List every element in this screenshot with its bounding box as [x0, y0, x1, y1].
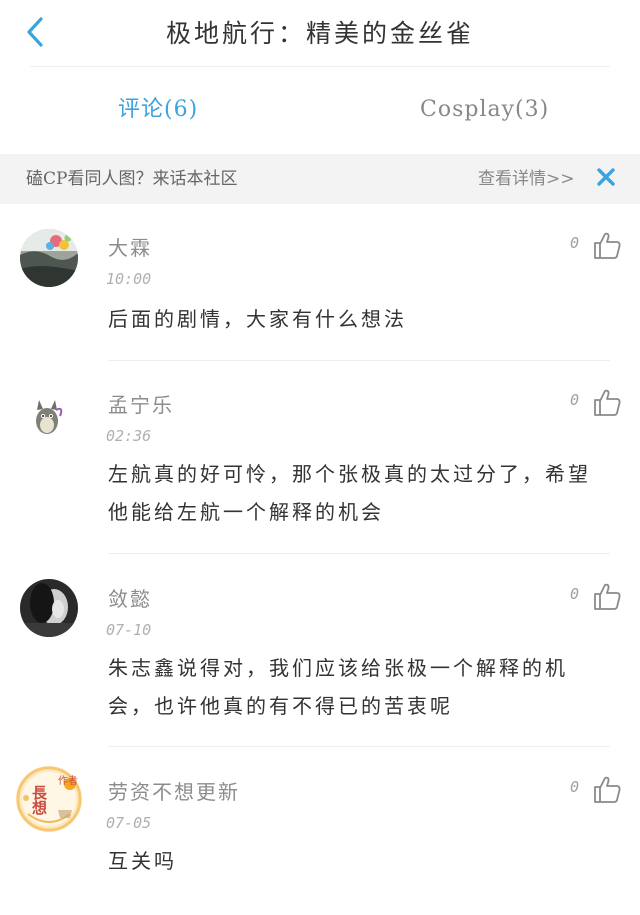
banner-text: 磕CP看同人图？来话本社区 — [26, 169, 238, 189]
avatar-badge: 作者 — [58, 776, 78, 787]
comment-text: 朱志鑫说得对，我们应该给张极一个解释的机会，也许他真的有不得已的苦衷呢 — [108, 656, 568, 718]
avatar — [20, 386, 78, 444]
like-count: 0 — [570, 585, 580, 603]
comment-divider — [108, 746, 610, 747]
comment-author[interactable]: 孟宁乐 — [108, 389, 174, 418]
like-count: 0 — [570, 391, 580, 409]
comment-time: 10:00 — [106, 270, 152, 288]
back-button[interactable] — [18, 12, 52, 52]
like-button[interactable] — [592, 774, 622, 804]
thumbs-up-icon — [594, 389, 621, 416]
promo-banner: 磕CP看同人图？来话本社区 查看详情>> — [0, 154, 640, 204]
comment-item: 大霖 10:00 后面的剧情，大家有什么想法 0 — [0, 226, 640, 360]
tab-cosplay[interactable]: Cosplay(3) — [420, 86, 549, 134]
like-button[interactable] — [592, 230, 622, 260]
avatar — [20, 579, 78, 637]
thumbs-up-icon — [594, 232, 621, 259]
comment-item: 孟宁乐 02:36 左航真的好可怜，那个张极真的太过分了，希望他能给左航一个解释… — [0, 383, 640, 553]
avatar-badge-main: 長想 — [32, 784, 48, 817]
avatar: 作者 長想 — [14, 764, 84, 834]
close-icon — [597, 168, 615, 186]
like-count: 0 — [570, 234, 580, 252]
tab-bar: 评论(6) Cosplay(3) — [0, 86, 640, 134]
comment-divider — [108, 553, 610, 554]
banner-details-link[interactable]: 查看详情>> — [478, 154, 575, 204]
thumbs-up-icon — [594, 776, 621, 803]
comment-divider — [108, 360, 610, 361]
comment-time: 02:36 — [106, 427, 152, 445]
like-button[interactable] — [592, 387, 622, 417]
comment-author[interactable]: 劳资不想更新 — [108, 776, 240, 805]
header-divider — [30, 66, 610, 67]
thumbs-up-icon — [594, 583, 621, 610]
comment-author[interactable]: 敛懿 — [108, 583, 152, 612]
comment-item: 敛懿 07-10 朱志鑫说得对，我们应该给张极一个解释的机会，也许他真的有不得已… — [0, 577, 640, 747]
like-count: 0 — [570, 778, 580, 796]
comment-text: 左航真的好可怜，那个张极真的太过分了，希望他能给左航一个解释的机会 — [108, 462, 591, 524]
like-button[interactable] — [592, 581, 622, 611]
top-bar: 极地航行：精美的金丝雀 — [0, 0, 640, 66]
chevron-left-icon — [27, 17, 43, 47]
comment-time: 07-05 — [106, 814, 152, 832]
page-title: 极地航行：精美的金丝雀 — [165, 19, 474, 48]
comment-item: 作者 長想 劳资不想更新 07-05 互关吗 0 — [0, 766, 640, 910]
comment-text: 互关吗 — [108, 849, 177, 873]
comment-author[interactable]: 大霖 — [108, 232, 152, 261]
avatar — [20, 229, 78, 287]
comment-text: 后面的剧情，大家有什么想法 — [108, 307, 407, 331]
comment-time: 07-10 — [106, 621, 152, 639]
tab-comments[interactable]: 评论(6) — [118, 86, 198, 134]
banner-close-button[interactable] — [594, 165, 618, 189]
